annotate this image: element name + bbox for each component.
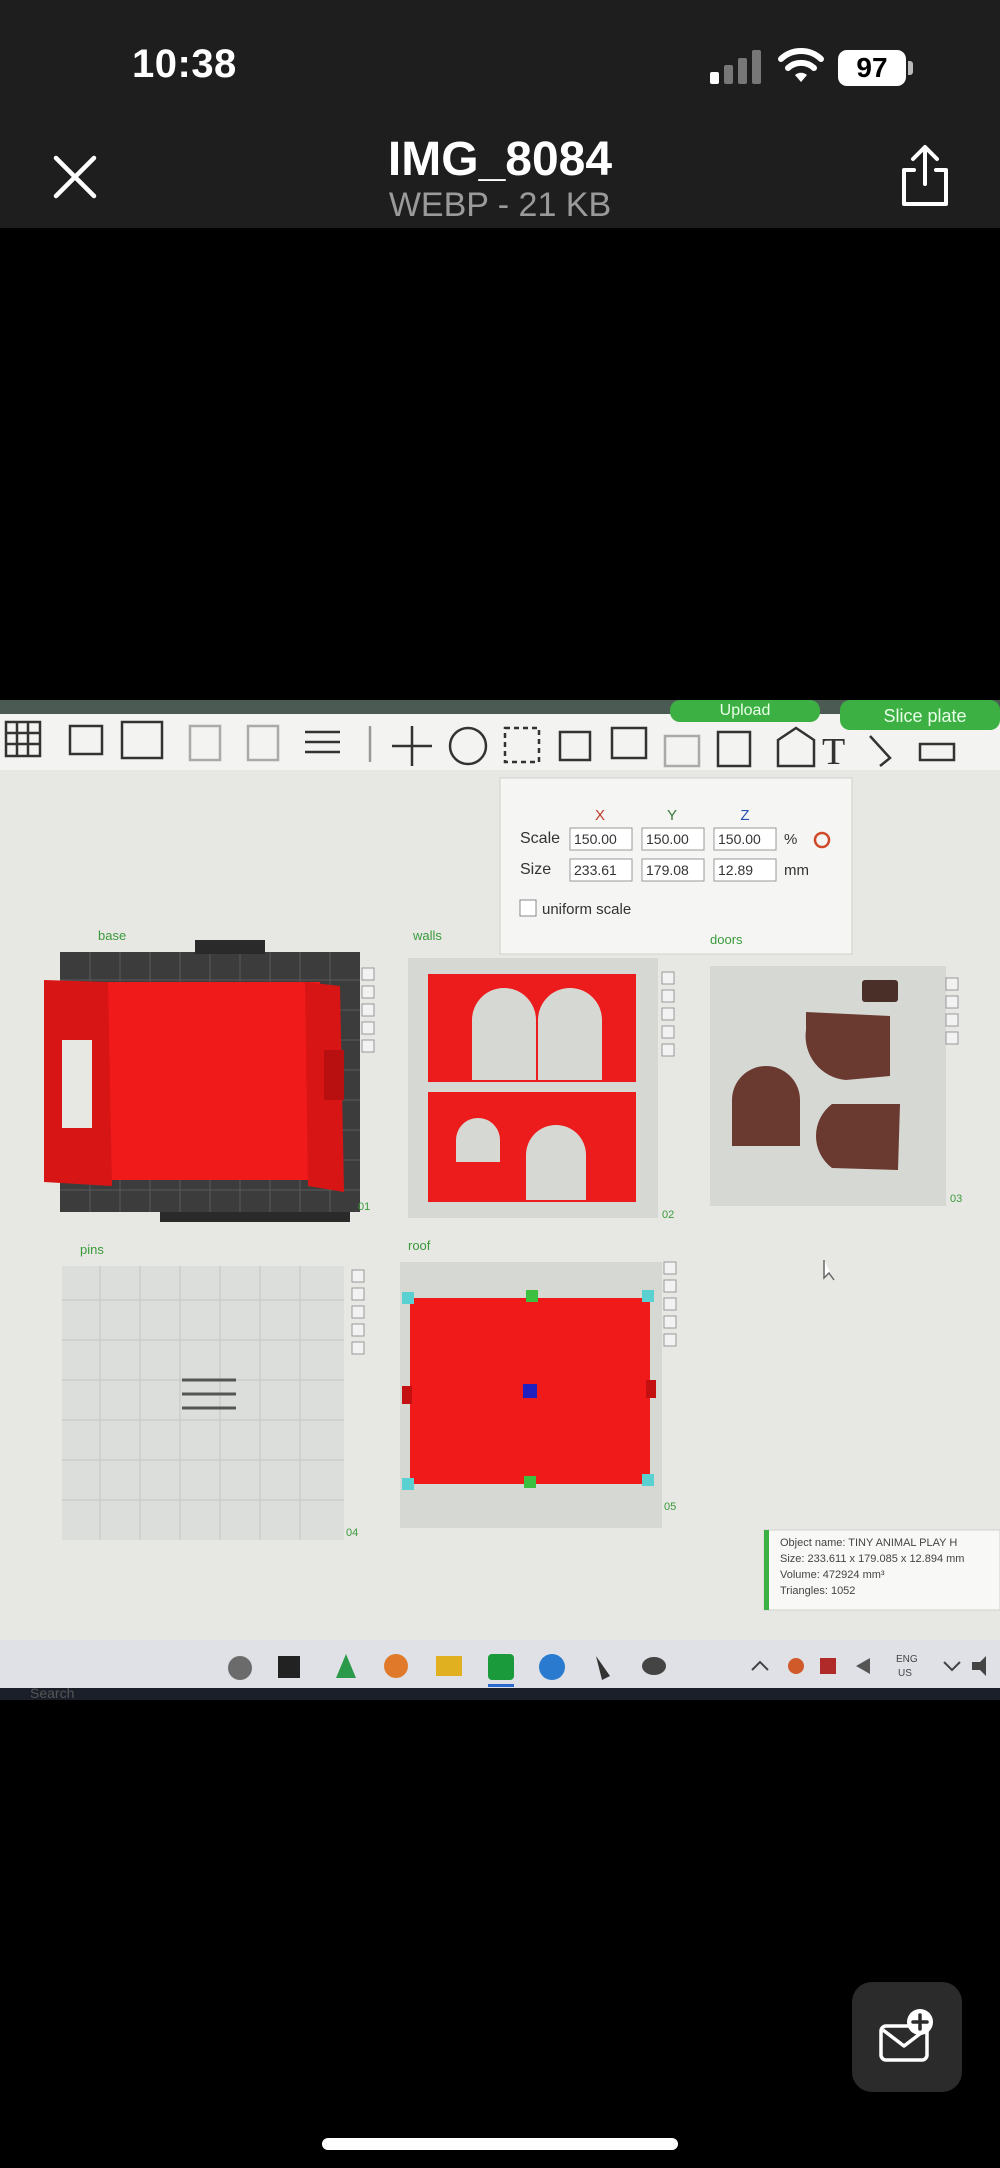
viewer-header: IMG_8084 WEBP - 21 KB [0,130,1000,228]
uniform-scale-label: uniform scale [542,901,631,918]
uniform-scale-checkbox [519,899,537,917]
taskbar-app-icon [488,1654,514,1680]
tray-icon [788,1658,804,1674]
slicer-screen-photo: Upload Slice plate T X Y Z Scale 150.00 … [0,700,1000,1700]
size-y-value: 179.08 [646,862,689,878]
axis-y: Y [667,807,677,824]
plate-number-walls: 02 [662,1209,674,1221]
plate-name-base: base [98,928,126,943]
taskbar-app-icon [278,1656,300,1678]
battery-nub [908,61,913,75]
plate-pins: pins 04 [62,1242,365,1540]
plate-base: base 01 [44,928,375,1222]
mail-plus-icon [879,2009,933,2062]
scale-unit: % [784,831,797,848]
tray-lang-bottom: US [898,1668,912,1679]
axis-x: X [595,807,605,824]
scale-y-value: 150.00 [646,831,689,847]
tray-icon [820,1658,836,1674]
slice-plate-label: Slice plate [883,706,966,726]
share-button[interactable] [896,142,954,210]
object-info-panel: Object name: TINY ANIMAL PLAY H Size: 23… [763,1529,1000,1611]
wifi-icon [778,48,824,82]
photo-image[interactable]: Upload Slice plate T X Y Z Scale 150.00 … [0,700,1000,1700]
taskbar-search: Search [30,1685,74,1700]
scale-panel: X Y Z Scale 150.00 150.00 150.00 % Size … [499,777,853,955]
scale-z-value: 150.00 [718,831,761,847]
object-name: Object name: TINY ANIMAL PLAY H [780,1537,957,1549]
home-indicator[interactable] [322,2138,678,2150]
mail-add-button[interactable] [852,1982,962,2092]
plate-walls: walls 02 [408,928,675,1221]
plate-number-base: 01 [358,1201,370,1213]
object-triangles: Triangles: 1052 [780,1585,855,1597]
plate-name-walls: walls [412,928,442,943]
scale-x-value: 150.00 [574,831,617,847]
axis-z: Z [740,807,749,824]
taskbar-app-icon [384,1654,408,1678]
taskbar-browser-icon [539,1654,565,1680]
taskbar-app-icon [642,1657,666,1675]
size-x-value: 233.61 [574,862,617,878]
plate-roof: roof 05 [400,1238,677,1528]
upload-label: Upload [720,702,771,719]
taskbar-app-icon [228,1656,252,1680]
windows-taskbar: Search ENG US [0,1640,1000,1700]
tray-lang-top: ENG [896,1654,918,1665]
text-tool-icon: T [822,731,845,773]
cellular-signal-icon [710,50,761,84]
plate-name-roof: roof [408,1238,431,1253]
size-z-value: 12.89 [718,862,753,878]
plate-number-doors: 03 [950,1193,962,1205]
scale-label: Scale [520,830,560,847]
status-bar: 10:38 97 [0,0,1000,130]
status-time: 10:38 [132,42,237,86]
plate-name-doors: doors [710,932,743,947]
file-subtitle: WEBP - 21 KB [388,186,612,224]
plate-name-pins: pins [80,1242,104,1257]
file-title: IMG_8084 [387,133,613,186]
plate-doors: doors 03 [710,932,962,1206]
plate-number-pins: 04 [346,1527,358,1539]
object-volume: Volume: 472924 mm³ [780,1569,885,1581]
object-size: Size: 233.611 x 179.085 x 12.894 mm [780,1553,964,1565]
plate-number-roof: 05 [664,1501,676,1513]
battery-indicator: 97 [838,50,906,86]
taskbar-folder-icon [436,1656,462,1676]
size-label: Size [520,861,551,878]
size-unit: mm [784,862,809,879]
